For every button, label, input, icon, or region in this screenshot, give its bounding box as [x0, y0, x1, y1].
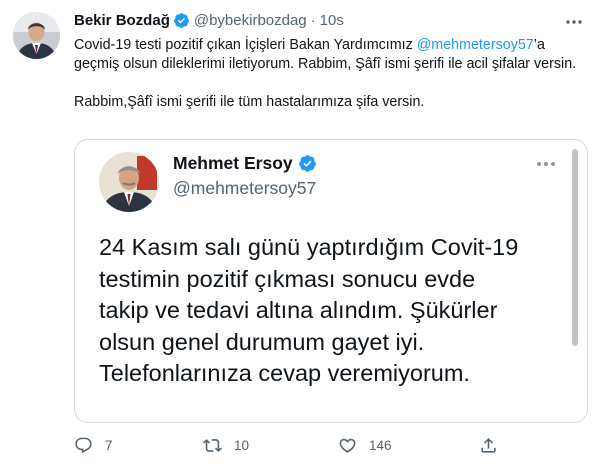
like-count: 146	[369, 437, 392, 453]
verified-badge-icon	[173, 12, 189, 28]
tweet-paragraph-1: Covid-19 testi pozitif çıkan İçişleri Ba…	[74, 37, 577, 72]
tweet-header: Bekir Bozdağ @bybekirbozdag · 10s	[74, 9, 344, 31]
tweet-paragraph-2: Rabbim,Şâfî ismi şerifi ile tüm hastalar…	[74, 94, 425, 110]
quoted-text-line: 24 Kasım salı günü yaptırdığım Covit-19	[99, 234, 519, 260]
verified-badge-icon	[298, 155, 316, 172]
quoted-author-handle[interactable]: @mehmetersoy57	[173, 178, 316, 199]
mention-link[interactable]: @mehmetersoy57	[417, 37, 534, 53]
author-name[interactable]: Bekir Bozdağ	[74, 12, 170, 29]
author-avatar[interactable]	[13, 12, 60, 59]
tweet[interactable]: Bekir Bozdağ @bybekirbozdag · 10s Covid-…	[0, 0, 600, 474]
quoted-author-name-row: Mehmet Ersoy	[173, 153, 321, 174]
share-icon	[481, 437, 496, 453]
reply-count: 7	[105, 437, 113, 453]
more-dots-icon[interactable]	[535, 157, 557, 171]
quoted-text-line: takip ve tedavi altına alındım. Şükürler	[99, 297, 498, 323]
quoted-author-name[interactable]: Mehmet Ersoy	[173, 153, 293, 174]
author-handle[interactable]: @bybekirbozdag	[194, 12, 307, 29]
tweet-text: Covid-19 testi pozitif çıkan İçişleri Ba…	[74, 36, 586, 112]
header-separator: ·	[310, 11, 316, 29]
reply-icon	[75, 437, 92, 453]
more-dots-icon[interactable]	[564, 12, 584, 32]
quoted-text-line: testimin pozitif çıkması sonucu evde	[99, 265, 476, 292]
quoted-author-avatar[interactable]	[99, 152, 159, 212]
reply-button[interactable]: 7	[74, 434, 113, 456]
tweet-actions: 7 10 146	[74, 434, 504, 458]
quoted-tweet[interactable]: Mehmet Ersoy @mehmetersoy57 24 Kasım sal…	[74, 139, 588, 423]
share-button[interactable]	[479, 434, 498, 456]
like-button[interactable]: 146	[338, 434, 392, 456]
quoted-scrollbar[interactable]	[572, 149, 578, 346]
quoted-text-line: Telefonlarınıza cevap veremiyorum.	[99, 360, 470, 386]
retweet-button[interactable]: 10	[203, 434, 249, 456]
heart-icon	[339, 438, 356, 453]
quoted-text-line: olsun genel durumum gayet iyi.	[99, 328, 425, 355]
retweet-icon	[203, 438, 222, 452]
quoted-tweet-text: 24 Kasım salı günü yaptırdığım Covit-19 …	[99, 232, 569, 390]
tweet-time[interactable]: 10s	[320, 12, 344, 29]
retweet-count: 10	[234, 437, 250, 453]
